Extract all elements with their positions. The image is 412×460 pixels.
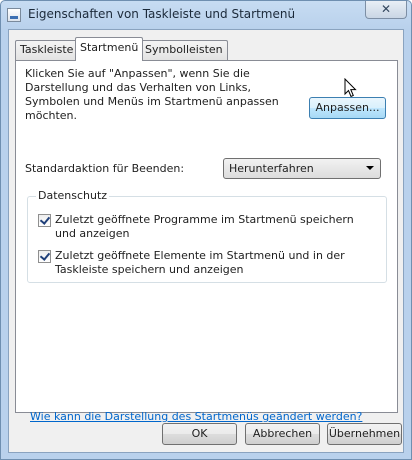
customize-button[interactable]: Anpassen... — [309, 97, 386, 119]
power-action-value: Herunterfahren — [229, 162, 314, 175]
ok-button[interactable]: OK — [162, 423, 237, 445]
apply-button[interactable]: Übernehmen — [327, 423, 402, 445]
close-button[interactable]: ✕ — [365, 1, 407, 19]
power-action-select[interactable]: Herunterfahren — [223, 158, 381, 179]
tab-startmenue[interactable]: Startmenü — [75, 37, 144, 61]
taskbar-properties-icon — [7, 8, 21, 22]
customize-description: Klicken Sie auf "Anpassen", wenn Sie die… — [25, 67, 279, 122]
power-action-label: Standardaktion für Beenden: — [25, 162, 185, 175]
mouse-pointer-icon — [344, 78, 357, 98]
tab-taskleiste[interactable]: Taskleiste — [15, 40, 79, 60]
cancel-button[interactable]: Abbrechen — [245, 423, 320, 445]
dialog-window: Eigenschaften von Taskleiste und Startme… — [0, 0, 412, 460]
recent-items-label[interactable]: Zuletzt geöffnete Elemente im Startmenü … — [55, 249, 355, 277]
help-link[interactable]: Wie kann die Darstellung des Startmenüs … — [30, 410, 362, 423]
recent-programs-label[interactable]: Zuletzt geöffnete Programme im Startmenü… — [55, 213, 355, 241]
startmenu-tab-panel: Klicken Sie auf "Anpassen", wenn Sie die… — [15, 60, 398, 423]
title-bar[interactable]: Eigenschaften von Taskleiste und Startme… — [1, 1, 411, 29]
recent-programs-checkbox[interactable] — [38, 214, 51, 227]
recent-items-checkbox[interactable] — [38, 250, 51, 263]
window-title: Eigenschaften von Taskleiste und Startme… — [28, 7, 296, 21]
chevron-down-icon — [366, 166, 374, 170]
privacy-group-title: Datenschutz — [36, 189, 110, 202]
tab-symbolleisten[interactable]: Symbolleisten — [140, 40, 228, 60]
privacy-groupbox: Datenschutz Zuletzt geöffnete Programme … — [27, 189, 387, 283]
